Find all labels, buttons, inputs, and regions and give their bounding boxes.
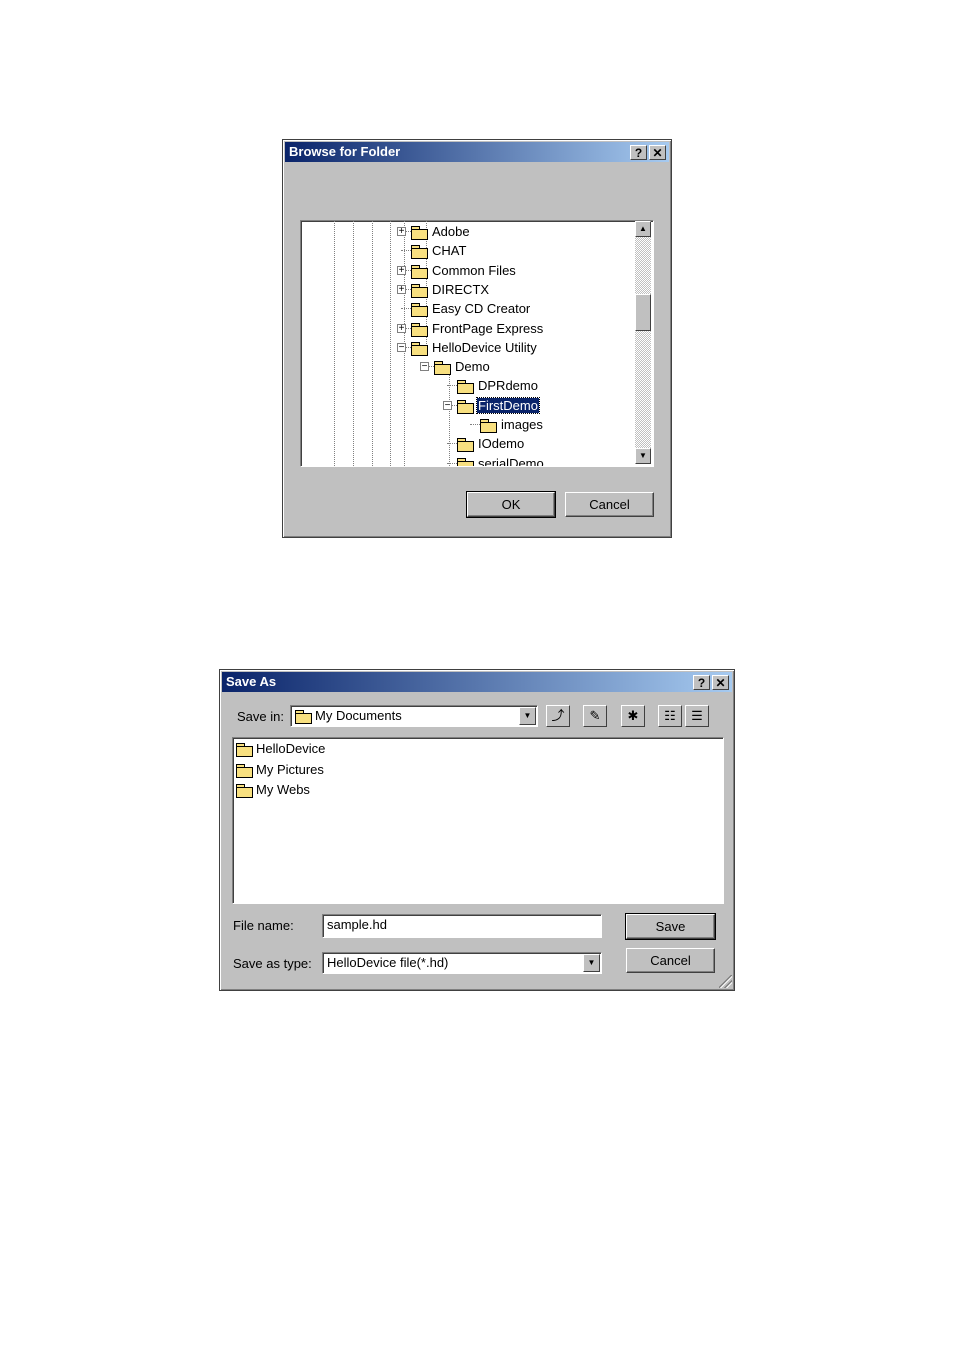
tree-item-images[interactable]: images [480,415,544,434]
list-view-icon[interactable]: ☷ [658,705,682,727]
collapse-icon[interactable]: − [397,342,406,352]
folder-icon [457,380,474,395]
browse-title: Browse for Folder [289,144,401,159]
cancel-button[interactable]: Cancel [565,492,654,517]
file-item-my-webs[interactable]: My Webs [236,780,310,800]
browse-for-folder-dialog: Browse for Folder ? ✕ + Adobe CHAT + Common … [282,139,672,538]
tree-guide-line [372,221,373,466]
folder-tree[interactable]: + Adobe CHAT + Common Files + DIRECTX Easy CD C… [300,220,654,467]
tree-item-hellodevice-utility[interactable]: HelloDevice Utility [411,338,538,357]
tree-item-label: images [501,417,543,432]
file-item-hellodevice[interactable]: HelloDevice [236,739,325,759]
save-type-dropdown[interactable]: HelloDevice file(*.hd) ▼ [322,952,602,974]
tree-item-label: DIRECTX [432,281,490,297]
tree-item-label: Adobe [432,224,470,239]
open-folder-icon [457,399,474,414]
save-in-value: My Documents [315,708,402,723]
expand-icon[interactable]: + [397,227,406,237]
tree-item-label: DPRdemo [478,378,538,394]
collapse-icon[interactable]: − [443,400,452,410]
file-list[interactable]: HelloDevice My Pictures My Webs [232,737,724,904]
tree-item-serialdemo[interactable]: serialDemo [457,454,545,467]
tree-guide-line [353,221,354,466]
scroll-up-button[interactable]: ▲ [635,221,651,237]
tree-item-easy-cd-creator[interactable]: Easy CD Creator [411,299,531,318]
tree-item-label: HelloDevice Utility [432,339,537,355]
folder-icon [411,264,428,279]
ok-button[interactable]: OK [466,491,556,518]
folder-icon [434,361,451,376]
scroll-thumb[interactable] [635,294,651,331]
file-item-label: HelloDevice [256,741,326,756]
file-name-label: File name: [233,918,294,933]
new-folder-icon[interactable]: ✱ [621,705,645,727]
search-web-icon[interactable]: ✎ [583,705,607,727]
file-name-field[interactable]: sample.hd [322,914,602,938]
tree-item-label: Common Files [432,262,516,278]
tree-item-label: FrontPage Express [432,320,544,336]
folder-icon [411,303,428,318]
tree-item-label: CHAT [432,243,467,259]
tree-scrollbar[interactable]: ▲ ▼ [635,221,651,464]
tree-item-demo[interactable]: Demo [434,357,491,376]
save-button[interactable]: Save [625,913,716,940]
tree-item-label: Easy CD Creator [432,301,531,317]
close-button[interactable]: ✕ [712,675,729,690]
file-item-label: My Pictures [256,761,324,777]
tree-item-adobe[interactable]: Adobe [411,222,471,241]
folder-icon [236,743,253,758]
expand-icon[interactable]: + [397,323,406,333]
scroll-down-button[interactable]: ▼ [635,448,651,464]
tree-item-label: FirstDemo [476,396,540,414]
save-in-label: Save in: [237,709,284,724]
folder-icon [411,226,428,241]
tree-guide-line [390,221,391,466]
browse-title-bar[interactable]: Browse for Folder ? ✕ [285,142,669,162]
close-button[interactable]: ✕ [649,145,666,160]
save-type-label: Save as type: [233,956,312,971]
tree-item-dprdemo[interactable]: DPRdemo [457,376,539,395]
file-item-label: My Webs [256,782,310,797]
folder-icon [457,457,474,466]
help-button[interactable]: ? [693,675,710,690]
tree-guide-line [449,375,450,466]
tree-item-label: Demo [455,359,490,375]
tree-item-label: serialDemo [478,455,544,467]
expand-icon[interactable]: + [397,265,406,275]
help-button[interactable]: ? [630,145,647,160]
save-as-title: Save As [226,674,277,689]
tree-item-frontpage-express[interactable]: FrontPage Express [411,319,544,338]
folder-icon [480,419,497,434]
tree-item-chat[interactable]: CHAT [411,241,467,260]
folder-icon [411,341,428,356]
tree-item-directx[interactable]: DIRECTX [411,280,490,299]
folder-icon [411,283,428,298]
expand-icon[interactable]: + [397,284,406,294]
folder-icon [457,438,474,453]
tree-item-label: IOdemo [478,436,525,452]
tree-guide-line [334,221,335,466]
tree-item-common-files[interactable]: Common Files [411,261,517,280]
details-view-icon[interactable]: ☰ [685,705,709,727]
chevron-down-icon[interactable]: ▼ [583,954,600,972]
folder-icon [236,763,253,778]
save-in-dropdown[interactable]: My Documents ▼ [290,705,538,727]
save-as-title-bar[interactable]: Save As ? ✕ [222,672,732,692]
file-item-my-pictures[interactable]: My Pictures [236,760,324,780]
chevron-down-icon[interactable]: ▼ [519,707,536,725]
save-as-dialog: Save As ? ✕ Save in: My Documents ▼ ⤴ ✎ … [219,669,735,991]
folder-icon [411,245,428,260]
tree-item-iodemo[interactable]: IOdemo [457,434,525,453]
resize-grip[interactable] [719,975,732,988]
collapse-icon[interactable]: − [420,362,429,372]
up-one-level-icon[interactable]: ⤴ [546,705,570,727]
my-documents-folder-icon [295,710,312,724]
folder-icon [411,322,428,337]
file-name-value: sample.hd [327,917,387,932]
tree-item-firstdemo[interactable]: FirstDemo [457,396,540,415]
cancel-button[interactable]: Cancel [626,948,715,973]
folder-icon [236,784,253,799]
save-type-value: HelloDevice file(*.hd) [327,955,449,970]
